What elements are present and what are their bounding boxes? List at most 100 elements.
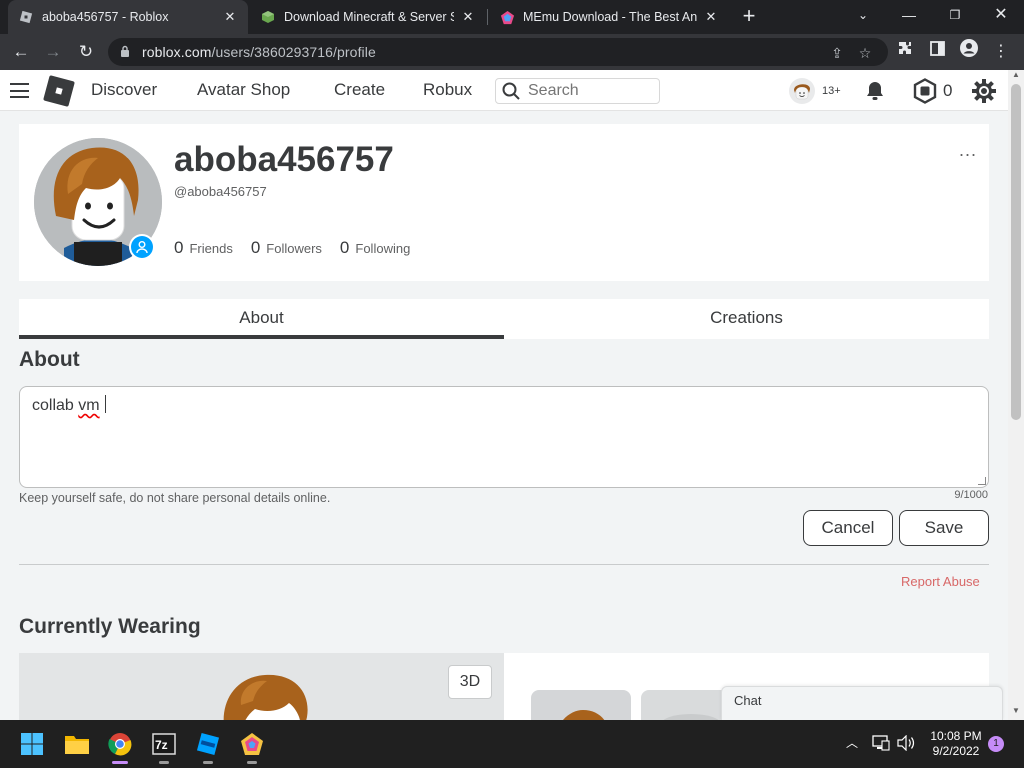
friends-label: Friends — [189, 241, 233, 256]
avatar-preview-panel[interactable]: 3D — [19, 653, 504, 720]
windows-taskbar: 7z ︿ 10:08 PM 9/2/2022 — [0, 720, 1024, 768]
taskbar-memu[interactable] — [236, 728, 268, 764]
tray-overflow-chevron-icon[interactable]: ︿ — [846, 734, 858, 751]
svg-text:7z: 7z — [155, 738, 168, 752]
settings-gear-icon[interactable] — [971, 77, 997, 105]
tab-close-icon[interactable]: ✕ — [460, 9, 476, 25]
tab-about[interactable]: About — [19, 299, 504, 339]
taskbar-7zip[interactable]: 7z — [148, 728, 180, 764]
section-divider — [19, 564, 989, 565]
save-button[interactable]: Save — [899, 510, 989, 546]
robux-button[interactable]: 0 — [912, 77, 952, 105]
profile-tabs: About Creations — [19, 299, 989, 339]
friends-count: 0 — [174, 238, 184, 257]
restore-button[interactable]: ❐ — [932, 0, 978, 30]
tab-title: Download Minecraft & Server Sof — [284, 10, 454, 24]
file-explorer-icon — [65, 736, 89, 754]
back-button[interactable]: ← — [8, 39, 34, 65]
running-app-indicator — [247, 761, 257, 764]
report-abuse-link[interactable]: Report Abuse — [901, 574, 980, 589]
browser-tab-minecraft[interactable]: Download Minecraft & Server Sof ✕ — [250, 0, 486, 34]
scroll-down-arrow-icon[interactable]: ▼ — [1008, 706, 1024, 715]
search-icon — [502, 82, 520, 100]
start-icon — [21, 733, 43, 755]
roblox-logo-icon[interactable] — [43, 75, 75, 107]
search-box[interactable] — [495, 78, 660, 104]
robux-balance: 0 — [943, 81, 953, 100]
wearing-item-hair[interactable] — [531, 690, 631, 720]
active-app-indicator — [112, 761, 128, 764]
avatar-thumbnail-button[interactable]: 13+ — [789, 77, 841, 105]
nav-discover[interactable]: Discover — [91, 80, 157, 100]
followers-label: Followers — [266, 241, 322, 256]
profile-username: @aboba456757 — [174, 184, 267, 199]
memu-favicon-icon — [499, 9, 515, 25]
notification-count-badge[interactable]: 1 — [988, 736, 1004, 752]
chat-widget[interactable]: Chat — [721, 686, 1003, 720]
scrollbar-thumb[interactable] — [1011, 84, 1021, 420]
clock-date: 9/2/2022 — [932, 744, 980, 758]
hamburger-menu-icon[interactable] — [10, 83, 29, 98]
share-icon[interactable]: ⇪ — [826, 42, 848, 64]
nav-create[interactable]: Create — [334, 80, 385, 100]
tab-close-icon[interactable]: ✕ — [703, 9, 719, 25]
address-bar[interactable]: roblox.com/users/3860293716/profile ⇪ ☆ — [108, 38, 888, 66]
system-clock[interactable]: 10:08 PM 9/2/2022 — [926, 729, 986, 759]
following-stat[interactable]: 0 Following — [340, 238, 410, 258]
about-text-misspelled-word: vm — [78, 397, 100, 414]
new-tab-button[interactable]: + — [737, 4, 761, 30]
about-textarea[interactable]: collab vm — [19, 386, 989, 488]
browser-tab-memu[interactable]: MEmu Download - The Best Andr ✕ — [489, 0, 729, 34]
chat-label: Chat — [734, 693, 762, 708]
side-panel-icon[interactable] — [924, 39, 950, 65]
browser-tab-strip: aboba456757 - Roblox ✕ Download Minecraf… — [0, 0, 1024, 34]
nav-avatar-shop[interactable]: Avatar Shop — [197, 80, 290, 100]
start-button[interactable] — [16, 728, 48, 760]
age-badge: 13+ — [822, 85, 841, 97]
roblox-favicon-icon — [18, 9, 34, 25]
nav-robux[interactable]: Robux — [423, 80, 472, 100]
tab-close-icon[interactable]: ✕ — [222, 9, 238, 25]
toggle-3d-button[interactable]: 3D — [448, 665, 492, 699]
tab-search-chevron-icon[interactable]: ⌄ — [840, 0, 886, 30]
reload-button[interactable]: ↻ — [73, 39, 99, 65]
currently-wearing-heading: Currently Wearing — [19, 615, 201, 638]
extensions-icon[interactable] — [892, 39, 918, 65]
close-window-button[interactable]: ✕ — [978, 0, 1024, 30]
text-caret — [104, 395, 106, 413]
cancel-button[interactable]: Cancel — [803, 510, 893, 546]
taskbar-file-explorer[interactable] — [61, 728, 93, 760]
notifications-bell-icon[interactable] — [864, 77, 886, 105]
tab-title: MEmu Download - The Best Andr — [523, 10, 697, 24]
profile-icon[interactable] — [956, 39, 982, 65]
resize-handle[interactable] — [978, 477, 986, 485]
browser-toolbar: ← → ↻ roblox.com/users/3860293716/profil… — [0, 34, 1024, 70]
search-input[interactable] — [528, 82, 648, 100]
avatar-preview-image — [223, 674, 308, 720]
minimize-button[interactable]: — — [886, 0, 932, 30]
volume-icon[interactable] — [897, 734, 915, 754]
more-options-icon[interactable]: ... — [959, 140, 977, 161]
page-scrollbar[interactable]: ▲ ▼ — [1008, 70, 1024, 720]
taskbar-chrome[interactable] — [104, 728, 136, 764]
profile-header-card: aboba456757 @aboba456757 0 Friends 0 Fol… — [19, 124, 989, 281]
memu-icon — [241, 733, 263, 755]
url-host: roblox.com — [142, 44, 212, 60]
bookmark-star-icon[interactable]: ☆ — [854, 42, 876, 64]
clock-time: 10:08 PM — [930, 729, 982, 743]
tab-creations[interactable]: Creations — [504, 299, 989, 339]
browser-tab-roblox[interactable]: aboba456757 - Roblox ✕ — [8, 0, 248, 34]
online-status-badge — [129, 234, 155, 260]
followers-count: 0 — [250, 238, 261, 257]
scroll-up-arrow-icon[interactable]: ▲ — [1008, 70, 1024, 79]
following-count: 0 — [339, 238, 350, 257]
safety-note: Keep yourself safe, do not share persona… — [19, 491, 331, 505]
followers-stat[interactable]: 0 Followers — [251, 238, 322, 258]
network-icon[interactable] — [872, 735, 890, 754]
browser-menu-icon[interactable]: ⋮ — [988, 39, 1014, 65]
forward-button[interactable]: → — [40, 39, 66, 65]
taskbar-roblox-studio[interactable] — [192, 728, 224, 764]
friends-stat[interactable]: 0 Friends — [174, 238, 233, 258]
running-app-indicator — [159, 761, 169, 764]
about-text-word: collab — [32, 397, 74, 414]
